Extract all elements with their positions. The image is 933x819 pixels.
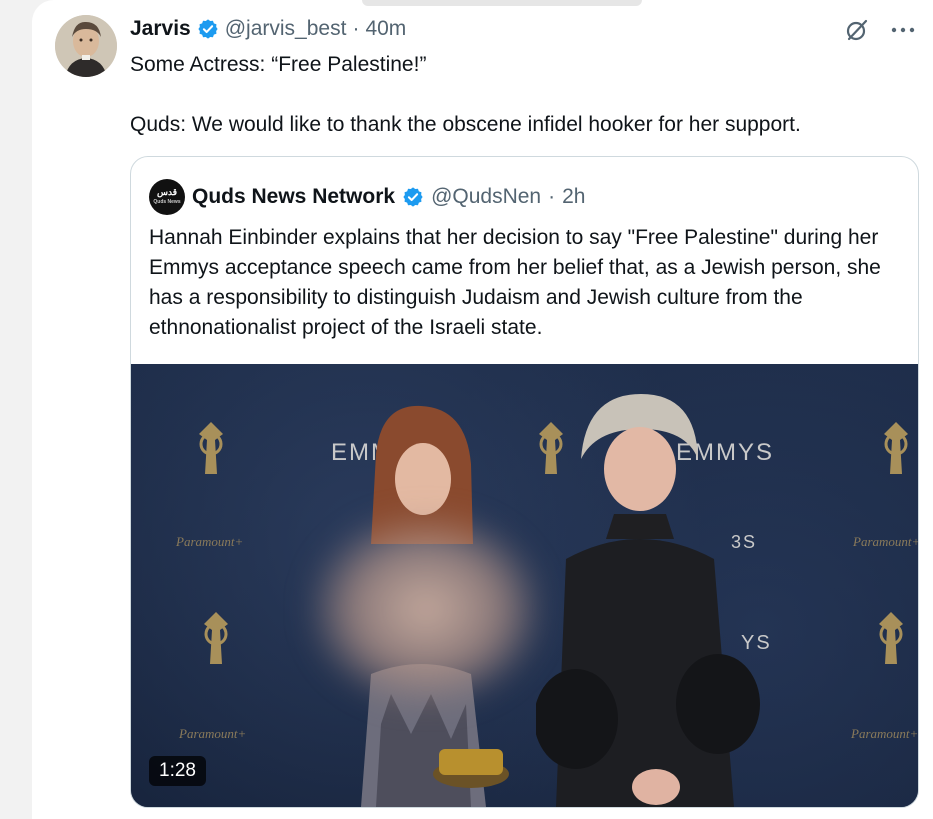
video-player[interactable]: EMM EMMYS 3S YS Paramount+ Paramount+ Pa… <box>131 364 918 807</box>
more-icon <box>891 27 915 33</box>
quds-logo-avatar[interactable]: قدس Quds News <box>149 179 185 215</box>
author-handle[interactable]: @jarvis_best <box>225 17 347 41</box>
tweet-line-2: Quds: We would like to thank the obscene… <box>130 113 801 136</box>
post-time[interactable]: 40m <box>365 17 406 41</box>
paramount-watermark: Paramount+ <box>853 534 918 549</box>
avatar-portrait <box>55 15 117 77</box>
quoted-time[interactable]: 2h <box>562 185 585 209</box>
quoted-author-name[interactable]: Quds News Network <box>192 185 395 209</box>
paramount-watermark: Paramount+ <box>176 534 244 549</box>
verified-badge-icon <box>198 19 218 39</box>
grok-button[interactable] <box>841 14 873 46</box>
emmy-statuette-icon <box>879 612 903 664</box>
emmy-statuette-icon <box>884 422 908 474</box>
separator-dot: · <box>352 17 360 40</box>
quoted-author-handle[interactable]: @QudsNen <box>431 185 541 209</box>
video-duration-badge: 1:28 <box>149 756 206 786</box>
tweet-body: Some Actress: “Free Palestine!” Quds: We… <box>130 50 910 140</box>
verified-badge-icon <box>403 187 423 207</box>
quoted-header: قدس Quds News Quds News Network @QudsNen… <box>149 179 585 215</box>
slashed-circle-icon <box>846 19 868 41</box>
more-button[interactable] <box>887 14 919 46</box>
avatar[interactable] <box>55 15 117 77</box>
emmy-statuette-icon <box>204 612 228 664</box>
author-name[interactable]: Jarvis <box>130 17 191 41</box>
tweet-actions-top <box>841 14 919 46</box>
paramount-watermark: Paramount+ <box>179 726 247 741</box>
emmy-statuette-icon <box>199 422 223 474</box>
paramount-watermark: Paramount+ <box>851 726 918 741</box>
previous-post-edge <box>362 0 642 6</box>
logo-sub: Quds News <box>153 199 181 205</box>
tweet-header: Jarvis @jarvis_best · 40m <box>130 14 406 44</box>
logo-arabic: قدس <box>156 187 177 197</box>
quoted-body: Hannah Einbinder explains that her decis… <box>149 226 881 339</box>
quoted-tweet[interactable]: قدس Quds News Quds News Network @QudsNen… <box>130 156 919 808</box>
tweet-line-1: Some Actress: “Free Palestine!” <box>130 53 427 76</box>
person-right <box>536 394 760 807</box>
blurred-region <box>311 514 541 704</box>
separator-dot: · <box>548 185 556 208</box>
